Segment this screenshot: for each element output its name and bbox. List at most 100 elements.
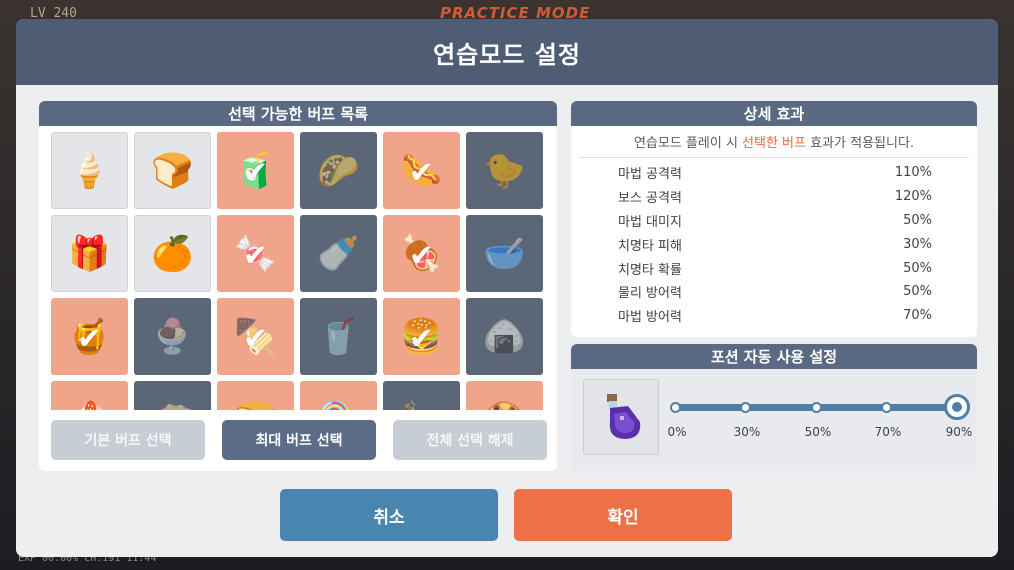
buff-item-wine[interactable]: 🍾 [383,381,460,410]
coffee-cup-icon: 🥤 [317,316,360,357]
stat-value: 50% [903,260,932,276]
potion-icon [583,379,659,455]
cancel-button[interactable]: 취소 [280,489,498,541]
wine-icon: 🍾 [400,403,442,411]
max-buff-button[interactable]: 최대 버프 선택 [222,420,376,460]
slider-stop[interactable] [740,402,751,413]
buff-item-gift-basket[interactable]: 🎁 [51,215,128,292]
detail-note-prefix: 연습모드 플레이 시 [633,136,743,151]
stat-row: 마법 방어력 70% [571,304,977,328]
stat-row: 치명타 확률 50% [571,256,977,280]
stat-row: 보스 공격력 120% [571,185,977,209]
stat-row: 치명타 피해 30% [571,232,977,256]
slider-stop[interactable] [881,402,892,413]
buff-grid: 🍦 🍞 🧃✔ 🌮 🌭✔ 🐤 🎁 🍊 🍬✔ 🍼 🍖✔ 🥣 🍯✔ 🍨 🍢✔ 🥤 🍔✔ 🍙 🍰 🥟 🍞 🍭 🍾 🍪 [51,132,545,410]
modal-title: 연습모드 설정 [433,40,581,69]
potion-threshold-slider[interactable]: 0% 30% 50% 70% 90% [667,389,972,449]
stat-label: 보스 방어력 [618,330,682,333]
potion-auto-panel: 포션 자동 사용 설정 0% 30% 50% 70% 90% [571,344,977,471]
stat-row: 보스 방어력 100% [571,328,977,333]
yogurt-icon: 🍦 [68,150,111,191]
stat-label: 마법 공격력 [618,167,682,183]
buff-item-milk-bottle[interactable]: 🍼 [300,215,377,292]
buff-item-ice-cream-cup[interactable]: 🍨 [134,298,211,375]
slider-tick-label: 30% [733,425,761,439]
stat-label: 치명타 확률 [618,262,682,278]
checkmark-icon: ✔ [242,237,269,273]
buff-item-candy-cane[interactable]: 🍬 ✔ [217,215,294,292]
candy-icon: 🍭 [317,403,359,411]
buff-item-crepe[interactable]: 🌮 [300,132,377,209]
checkmark-icon: ✔ [76,320,103,356]
buff-item-candy[interactable]: 🍭 [300,381,377,410]
detail-note-suffix: 효과가 적용됩니다. [805,136,915,151]
buff-item-soup-bowl[interactable]: 🥣 [466,215,543,292]
checkmark-icon: ✔ [408,154,435,190]
stat-label: 보스 공격력 [618,191,682,207]
checkmark-icon: ✔ [242,320,269,356]
stat-value: 70% [903,308,932,324]
slider-thumb[interactable] [944,394,970,420]
stats-list[interactable]: 마법 공격력 110% 보스 공격력 120% 마법 대미지 50% 치명타 피해 30% 치명… [571,161,977,333]
practice-settings-modal: 연습모드 설정 선택 가능한 버프 목록 🍦 🍞 🧃 ✔ 🌮 🌭 ✔ 🐤 🎁 🍊 🍬 ✔ 🍼 🍖 ✔ 🥣 🍯 ✔ 🍨… [16,19,998,557]
buff-item-cookie[interactable]: 🍪 [466,381,543,410]
bird-cookie-icon: 🐤 [483,150,526,191]
slider-stop[interactable] [670,402,681,413]
dumpling-icon: 🥟 [151,403,193,411]
stat-value: 30% [903,236,932,252]
toast-icon: 🍞 [234,403,276,411]
buff-item-potion-bottle[interactable]: 🧃 ✔ [217,132,294,209]
buff-list-title: 선택 가능한 버프 목록 [39,101,557,126]
buff-item-roast-meat[interactable]: 🍖 ✔ [383,215,460,292]
buff-item-toast[interactable]: 🍞 [217,381,294,410]
potion-panel-title: 포션 자동 사용 설정 [571,344,977,369]
slider-stop[interactable] [811,402,822,413]
buff-item-skewer[interactable]: 🍢 ✔ [217,298,294,375]
checkmark-icon: ✔ [408,320,435,356]
checkmark-icon: ✔ [408,237,435,273]
stat-value: 50% [903,212,932,228]
slider-tick-label: 0% [667,425,687,439]
buff-item-bird-cookie[interactable]: 🐤 [466,132,543,209]
bread-icon: 🍞 [151,150,194,191]
buff-item-rice-cake[interactable]: 🍙 [466,298,543,375]
buff-grid-scroll[interactable]: 🍦 🍞 🧃✔ 🌮 🌭✔ 🐤 🎁 🍊 🍬✔ 🍼 🍖✔ 🥣 🍯✔ 🍨 🍢✔ 🥤 🍔✔ 🍙 🍰 🥟 🍞 🍭 🍾 🍪 [51,132,545,410]
slider-tick-label: 50% [804,425,832,439]
stat-value: 50% [903,284,932,300]
stat-row: 마법 공격력 110% [571,161,977,185]
buff-list-panel: 선택 가능한 버프 목록 🍦 🍞 🧃✔ 🌮 🌭✔ 🐤 🎁 🍊 🍬✔ 🍼 🍖✔ 🥣 🍯✔ 🍨 🍢✔ 🥤 🍔✔ 🍙 🍰 🥟… [39,101,557,471]
stat-label: 치명타 피해 [618,238,682,254]
buff-item-burger[interactable]: 🍔 ✔ [383,298,460,375]
cookie-icon: 🍪 [483,403,525,411]
rice-cake-icon: 🍙 [483,316,526,357]
stat-row: 물리 방어력 50% [571,280,977,304]
modal-body: 선택 가능한 버프 목록 🍦 🍞 🧃✔ 🌮 🌭✔ 🐤 🎁 🍊 🍬✔ 🍼 🍖✔ 🥣 🍯✔ 🍨 🍢✔ 🥤 🍔✔ 🍙 🍰 🥟… [16,85,998,557]
confirm-button[interactable]: 확인 [514,489,732,541]
basic-buff-button[interactable]: 기본 버프 선택 [51,420,205,460]
slider-tick-label: 90% [945,425,973,439]
checkmark-icon: ✔ [242,154,269,190]
milk-bottle-icon: 🍼 [317,233,360,274]
stat-value: 110% [894,165,932,181]
detail-note-highlight: 선택한 버프 [742,136,806,151]
detail-effects-panel: 상세 효과 연습모드 플레이 시 선택한 버프 효과가 적용됩니다. 마법 공격… [571,101,977,337]
gift-basket-icon: 🎁 [68,233,111,274]
slider-tick-label: 70% [874,425,902,439]
soup-bowl-icon: 🥣 [483,233,526,274]
buff-item-sausage[interactable]: 🌭 ✔ [383,132,460,209]
stat-value: 120% [894,189,932,205]
stat-row: 마법 대미지 50% [571,209,977,233]
buff-item-yogurt[interactable]: 🍦 [51,132,128,209]
buff-item-orange-slices[interactable]: 🍊 [134,215,211,292]
buff-item-bread[interactable]: 🍞 [134,132,211,209]
orange-slices-icon: 🍊 [151,233,194,274]
buff-item-dumpling[interactable]: 🥟 [134,381,211,410]
detail-title: 상세 효과 [571,101,977,126]
clear-selection-button[interactable]: 전체 선택 해제 [393,420,547,460]
buff-item-jam-jar[interactable]: 🍯 ✔ [51,298,128,375]
buff-item-cake[interactable]: 🍰 [51,381,128,410]
crepe-icon: 🌮 [317,150,360,191]
buff-button-row: 기본 버프 선택 최대 버프 선택 전체 선택 해제 [51,420,547,460]
buff-item-coffee-cup[interactable]: 🥤 [300,298,377,375]
stat-value: 100% [895,332,932,333]
